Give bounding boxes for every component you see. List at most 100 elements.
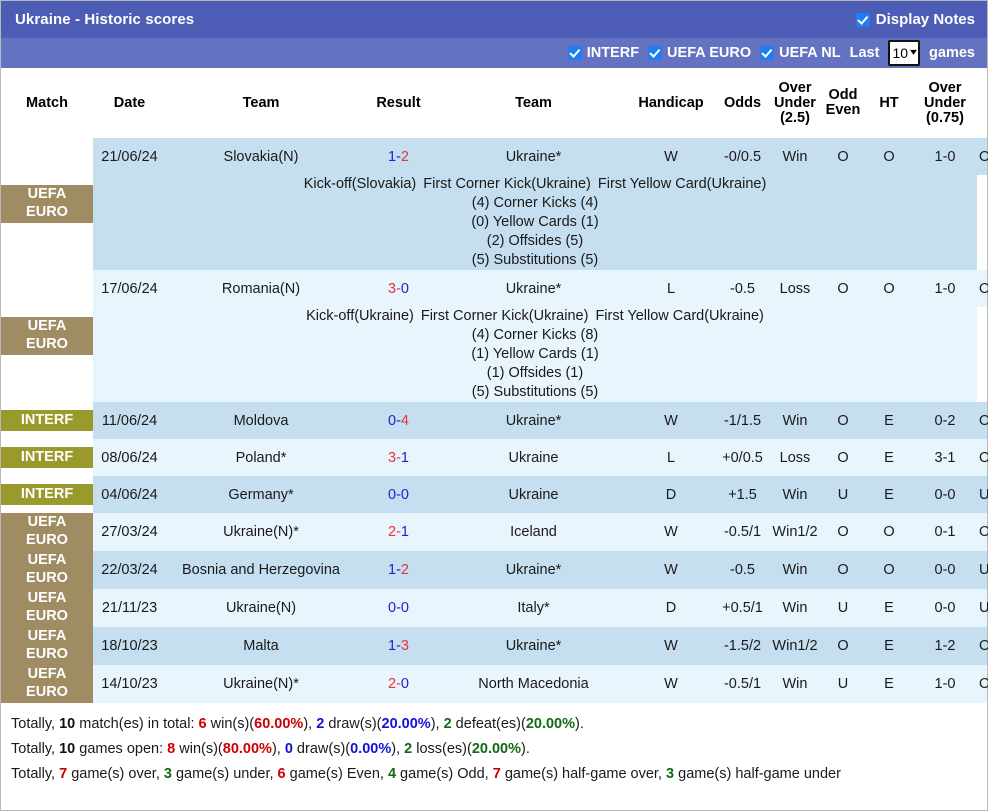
summary-odd-count: 4 <box>388 766 396 782</box>
col-header-odd-even[interactable]: Odd Even <box>821 68 865 138</box>
games-count-select[interactable]: 10 ▾ <box>888 40 920 66</box>
col-header-match[interactable]: Match <box>1 68 93 138</box>
table-row[interactable]: INTERF04/06/24Germany*0-0UkraineD+1.5Win… <box>1 476 987 513</box>
cell-odds: Win <box>769 665 821 703</box>
table-row[interactable]: UEFAEURO27/03/24Ukraine(N)*2-1IcelandW-0… <box>1 513 987 551</box>
filter-uefa-nl[interactable]: UEFA NL <box>760 45 841 61</box>
score-away: 0 <box>401 600 409 616</box>
summary-text: game(s) Even, <box>286 766 388 782</box>
ou075-line1: Over <box>915 81 975 96</box>
match-type-cell: UEFAEURO <box>1 270 93 402</box>
summary-text: game(s) Odd, <box>396 766 493 782</box>
cell-ht: 1-0 <box>913 270 977 307</box>
summary-text: Totally, <box>11 741 59 757</box>
cell-odd-even: E <box>865 402 913 439</box>
cell-ht: 1-0 <box>913 138 977 175</box>
cell-away-team: Ukraine* <box>441 402 626 439</box>
filter-uefa-euro[interactable]: UEFA EURO <box>648 45 751 61</box>
cell-result-letter: W <box>626 402 716 439</box>
checkbox-icon[interactable] <box>568 46 582 60</box>
table-row[interactable]: UEFAEURO21/11/23Ukraine(N)0-0Italy*D+0.5… <box>1 589 987 627</box>
cell-over-under-075: U <box>977 551 987 589</box>
cell-odd-even: E <box>865 439 913 476</box>
cell-over-under-075: O <box>977 270 987 307</box>
match-note-stat: (4) Corner Kicks (8) <box>95 326 975 345</box>
score-away: 4 <box>401 413 409 429</box>
score-home: 3 <box>388 450 396 466</box>
cell-result-letter: D <box>626 476 716 513</box>
cell-away-team: North Macedonia <box>441 665 626 703</box>
summary-text: ), <box>272 741 285 757</box>
historic-scores-table: Match Date Team Result Team Handicap Odd… <box>1 68 987 703</box>
summary-text: game(s) half-game over, <box>501 766 666 782</box>
col-header-handicap[interactable]: Handicap <box>626 68 716 138</box>
match-note-event: First Yellow Card(Ukraine) <box>598 175 766 194</box>
display-notes-toggle[interactable]: Display Notes <box>856 11 975 28</box>
table-row[interactable]: UEFAEURO22/03/24Bosnia and Herzegovina1-… <box>1 551 987 589</box>
checkbox-icon[interactable] <box>648 46 662 60</box>
cell-odd-even: O <box>865 551 913 589</box>
match-type-line: EURO <box>1 335 93 353</box>
cell-odd-even: E <box>865 627 913 665</box>
cell-date: 21/06/24 <box>93 138 166 175</box>
summary-draws-pct: 20.00% <box>382 716 431 732</box>
summary-text: ), <box>303 716 316 732</box>
cell-odds: Win1/2 <box>769 513 821 551</box>
match-type-line: UEFA <box>1 513 93 531</box>
score-away: 3 <box>401 638 409 654</box>
match-note-event: Kick-off(Ukraine) <box>306 307 414 326</box>
score-away: 1 <box>401 524 409 540</box>
cell-home-team: Ukraine(N)* <box>166 665 356 703</box>
cell-handicap: +0/0.5 <box>716 439 769 476</box>
cell-over-under-25: O <box>821 627 865 665</box>
match-type-badge: INTERF <box>1 410 93 431</box>
cell-away-team: Ukraine* <box>441 270 626 307</box>
score-home: 1 <box>388 149 396 165</box>
table-row[interactable]: INTERF11/06/24Moldova0-4Ukraine*W-1/1.5W… <box>1 402 987 439</box>
summary-wins-pct: 60.00% <box>254 716 303 732</box>
match-note-event: First Corner Kick(Ukraine) <box>423 175 591 194</box>
match-note-event: First Corner Kick(Ukraine) <box>421 307 589 326</box>
cell-over-under-25: O <box>821 439 865 476</box>
match-note-stat: (5) Substitutions (5) <box>95 251 975 270</box>
match-note-stat: (1) Offsides (1) <box>95 364 975 383</box>
table-row[interactable]: UEFAEURO14/10/23Ukraine(N)*2-0North Mace… <box>1 665 987 703</box>
cell-home-team: Ukraine(N) <box>166 589 356 627</box>
col-header-team-away[interactable]: Team <box>441 68 626 138</box>
cell-handicap: -0.5/1 <box>716 513 769 551</box>
summary-open-draws: 0 <box>285 741 293 757</box>
cell-result-letter: L <box>626 270 716 307</box>
score-away: 0 <box>401 281 409 297</box>
filter-interf[interactable]: INTERF <box>568 45 639 61</box>
cell-result-score: 0-0 <box>356 476 441 513</box>
checkbox-icon[interactable] <box>760 46 774 60</box>
col-header-team-home[interactable]: Team <box>166 68 356 138</box>
games-label: games <box>929 45 975 61</box>
table-row[interactable]: UEFAEURO17/06/24Romania(N)3-0Ukraine*L-0… <box>1 270 987 307</box>
col-header-over-under-075[interactable]: Over Under (0.75) <box>913 68 977 138</box>
col-header-over-under-25[interactable]: Over Under (2.5) <box>769 68 821 138</box>
cell-date: 22/03/24 <box>93 551 166 589</box>
match-type-line: INTERF <box>1 485 93 503</box>
table-row[interactable]: UEFAEURO21/06/24Slovakia(N)1-2Ukraine*W-… <box>1 138 987 175</box>
checkbox-icon[interactable] <box>856 13 870 27</box>
match-type-badge: UEFAEURO <box>1 551 93 589</box>
col-header-odds[interactable]: Odds <box>716 68 769 138</box>
match-note-stat: (5) Substitutions (5) <box>95 383 975 402</box>
summary-footer: Totally, 10 match(es) in total: 6 win(s)… <box>1 703 987 793</box>
cell-home-team: Bosnia and Herzegovina <box>166 551 356 589</box>
summary-open-losses: 2 <box>404 741 412 757</box>
match-type-line: EURO <box>1 203 93 221</box>
col-header-result[interactable]: Result <box>356 68 441 138</box>
col-header-date[interactable]: Date <box>93 68 166 138</box>
score-away: 0 <box>401 676 409 692</box>
table-row[interactable]: UEFAEURO18/10/23Malta1-3Ukraine*W-1.5/2W… <box>1 627 987 665</box>
col-header-ht[interactable]: HT <box>865 68 913 138</box>
filter-uefa-euro-label: UEFA EURO <box>667 45 751 61</box>
cell-away-team: Ukraine <box>441 476 626 513</box>
cell-result-score: 1-2 <box>356 551 441 589</box>
cell-over-under-25: U <box>821 476 865 513</box>
summary-even-count: 6 <box>278 766 286 782</box>
table-row[interactable]: INTERF08/06/24Poland*3-1UkraineL+0/0.5Lo… <box>1 439 987 476</box>
match-type-cell: INTERF <box>1 439 93 476</box>
